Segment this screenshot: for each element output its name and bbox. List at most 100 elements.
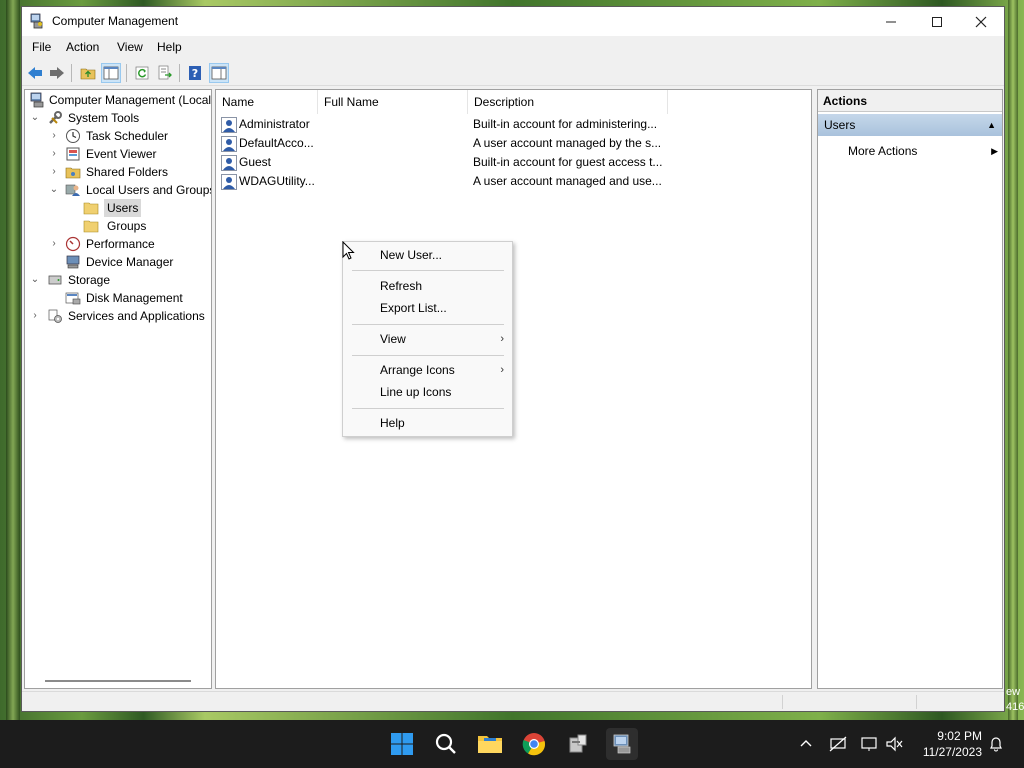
- console-tree-icon: [103, 66, 119, 80]
- forward-button[interactable]: [47, 63, 67, 83]
- taskbar-clock[interactable]: 9:02 PM 11/27/2023: [923, 728, 982, 760]
- chevron-right-icon[interactable]: ›: [48, 163, 60, 181]
- maximize-button[interactable]: [914, 7, 960, 36]
- column-header-full-name[interactable]: Full Name: [318, 90, 468, 114]
- menu-separator: [352, 355, 504, 356]
- bell-icon: [990, 737, 1002, 752]
- chevron-down-icon[interactable]: ⌄: [29, 271, 41, 289]
- folder-icon: [478, 736, 502, 753]
- tree-label: Device Manager: [86, 255, 174, 269]
- user-name: Administrator: [239, 117, 310, 131]
- user-name: DefaultAcco...: [239, 136, 314, 150]
- context-menu-new-user[interactable]: New User...: [380, 245, 504, 265]
- chevron-right-icon[interactable]: ›: [29, 307, 41, 325]
- chrome-button[interactable]: [518, 728, 550, 760]
- show-hide-console-tree-button[interactable]: [101, 63, 121, 83]
- up-one-level-button[interactable]: [78, 63, 98, 83]
- menu-item-label: Arrange Icons: [380, 363, 455, 377]
- chevron-right-icon: ›: [500, 333, 504, 345]
- menu-help[interactable]: Help: [157, 40, 182, 54]
- user-description: A user account managed and use...: [473, 174, 662, 188]
- volume-tray-button[interactable]: [885, 734, 905, 754]
- search-icon: [435, 733, 456, 754]
- clock-date: 11/27/2023: [922, 745, 982, 759]
- back-button[interactable]: [25, 63, 45, 83]
- horizontal-scrollbar[interactable]: [45, 680, 191, 682]
- tree-label: Services and Applications: [68, 309, 205, 323]
- start-button[interactable]: [386, 728, 418, 760]
- chevron-down-icon[interactable]: ⌄: [48, 181, 60, 199]
- table-row[interactable]: DefaultAcco... A user account managed by…: [216, 134, 811, 153]
- server-manager-icon: [569, 734, 587, 753]
- menu-separator: [352, 270, 504, 271]
- chevron-right-icon[interactable]: ›: [48, 145, 60, 163]
- toolbar: ?: [22, 60, 1004, 86]
- show-hidden-icons-button[interactable]: [796, 734, 816, 754]
- menu-item-label: Line up Icons: [380, 385, 452, 399]
- tree-label: Storage: [68, 273, 111, 287]
- export-list-button[interactable]: [155, 63, 175, 83]
- table-row[interactable]: Administrator Built-in account for admin…: [216, 115, 811, 134]
- more-actions-item[interactable]: More Actions ▶: [848, 142, 998, 160]
- mouse-cursor-icon: [342, 241, 355, 260]
- menu-action[interactable]: Action: [66, 40, 99, 54]
- taskbar: 9:02 PM 11/27/2023: [0, 720, 1024, 768]
- event-viewer-icon: [66, 147, 80, 161]
- network-tray-button[interactable]: [828, 734, 848, 754]
- context-menu-arrange-icons[interactable]: Arrange Icons ›: [380, 360, 504, 380]
- collapse-up-icon[interactable]: ▲: [987, 114, 996, 136]
- menu-item-label: View: [380, 332, 406, 346]
- chevron-down-icon[interactable]: ⌄: [29, 109, 41, 127]
- disk-management-icon: [65, 292, 81, 305]
- column-header-name[interactable]: Name: [216, 90, 318, 114]
- context-menu-help[interactable]: Help: [380, 413, 504, 433]
- menu-item-label: Help: [380, 416, 405, 430]
- search-button[interactable]: [430, 728, 462, 760]
- server-manager-button[interactable]: [562, 728, 594, 760]
- menu-item-label: New User...: [380, 248, 443, 262]
- file-explorer-button[interactable]: [474, 728, 506, 760]
- more-actions-label: More Actions: [848, 144, 918, 158]
- context-menu-view[interactable]: View ›: [380, 329, 504, 349]
- tree-label: Task Scheduler: [86, 129, 169, 143]
- actions-group-users[interactable]: Users ▲: [818, 114, 1002, 136]
- table-row[interactable]: Guest Built-in account for guest access …: [216, 153, 811, 172]
- background-window-text: ew: [1006, 686, 1021, 698]
- notifications-button[interactable]: [986, 734, 1006, 754]
- display-tray-button[interactable]: [860, 734, 880, 754]
- computer-management-window: Computer Management File Action View Hel…: [21, 6, 1005, 712]
- chevron-right-icon[interactable]: ›: [48, 127, 60, 145]
- show-hide-action-pane-button[interactable]: [209, 63, 229, 83]
- folder-icon: [83, 220, 99, 233]
- chevron-right-icon[interactable]: ›: [48, 235, 60, 253]
- minimize-button[interactable]: [868, 7, 914, 36]
- refresh-button[interactable]: [132, 63, 152, 83]
- column-header-description[interactable]: Description: [468, 90, 668, 114]
- user-name: WDAGUtility...: [239, 174, 315, 188]
- context-menu-refresh[interactable]: Refresh: [380, 276, 504, 296]
- status-bar: [22, 691, 1004, 711]
- actions-pane: Actions Users ▲ More Actions ▶: [817, 89, 1003, 689]
- folder-up-icon: [80, 68, 96, 80]
- users-group-icon: [65, 184, 80, 196]
- background-window-text: 416: [1006, 701, 1024, 713]
- context-menu-line-up-icons[interactable]: Line up Icons: [380, 382, 504, 402]
- tree-label: Users: [104, 199, 142, 217]
- menu-view[interactable]: View: [117, 40, 143, 54]
- folder-icon: [83, 202, 99, 215]
- close-button[interactable]: [958, 7, 1004, 36]
- table-row[interactable]: WDAGUtility... A user account managed an…: [216, 172, 811, 191]
- menu-separator: [352, 408, 504, 409]
- close-icon: [975, 16, 987, 27]
- help-button[interactable]: ?: [185, 63, 205, 83]
- context-menu: New User... Refresh Export List... View …: [342, 241, 513, 437]
- services-icon: [48, 309, 62, 323]
- submenu-arrow-icon: ▶: [991, 146, 998, 156]
- context-menu-export-list[interactable]: Export List...: [380, 298, 504, 318]
- refresh-icon: [135, 66, 149, 80]
- user-name: Guest: [239, 155, 272, 169]
- tree-label: Performance: [86, 237, 155, 251]
- menu-file[interactable]: File: [32, 40, 51, 54]
- tree-label: System Tools: [68, 111, 140, 125]
- computer-management-taskbar-button[interactable]: [606, 728, 638, 760]
